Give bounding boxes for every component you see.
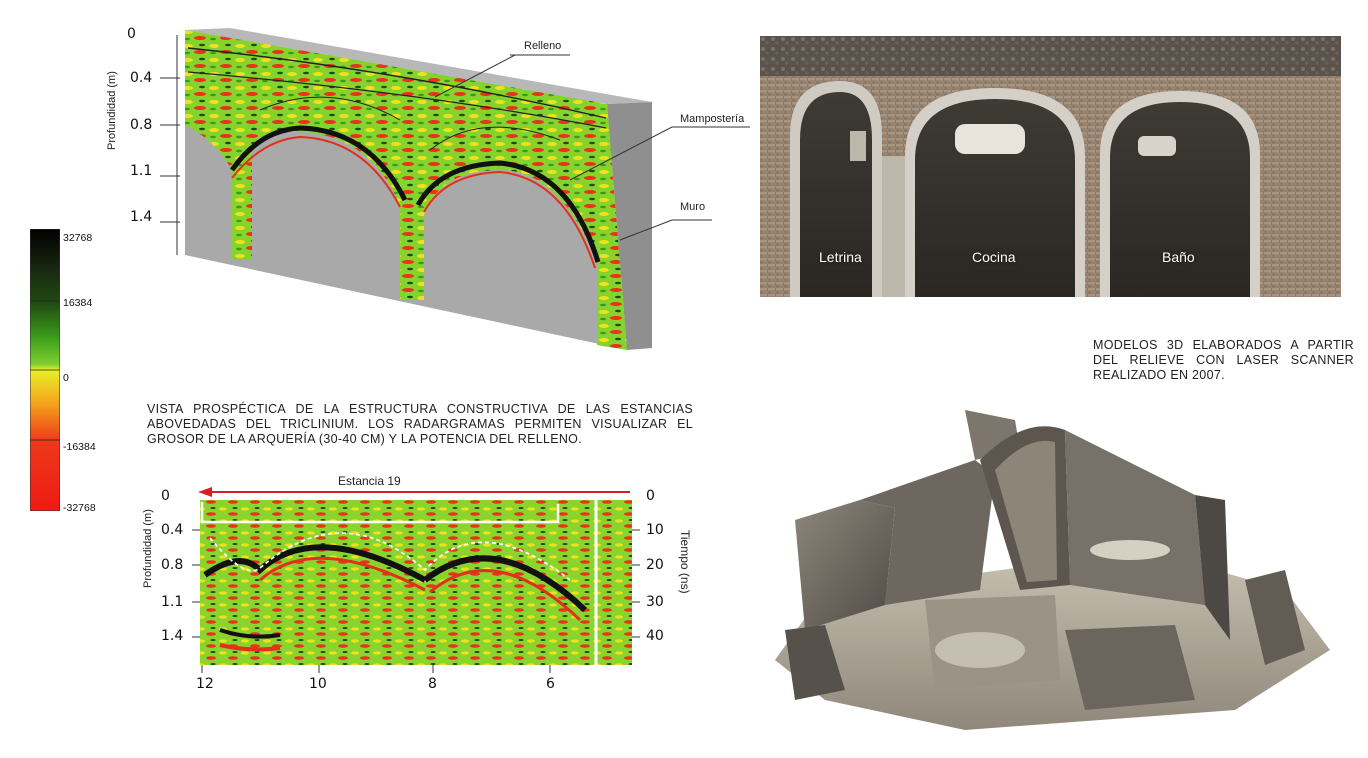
- radargram-figure: [130, 470, 690, 700]
- callout-muro: Muro: [680, 201, 706, 213]
- rad-depth-tick-1-4: 1.4: [161, 628, 184, 644]
- rad-depth-tick-1-1: 1.1: [161, 594, 184, 610]
- callout-mamposteria: Mampostería: [680, 113, 745, 125]
- laser-scan-3d-model: [765, 400, 1345, 750]
- scan-low-wall: [1065, 625, 1195, 710]
- rad-time-tick-30: 30: [646, 594, 664, 610]
- profile-direction-arrowhead: [198, 487, 212, 497]
- laser-scan-drawing: [775, 410, 1330, 730]
- caption-perspective: VISTA PROSPÉCTICA DE LA ESTRUCTURA CONST…: [147, 402, 693, 446]
- caption-3d-models: MODELOS 3D ELABORADOS A PARTIR DEL RELIE…: [1093, 338, 1354, 382]
- rad-x-tick-10: 10: [309, 676, 327, 692]
- rad-depth-tick-0-8: 0.8: [161, 557, 184, 573]
- rad-time-tick-40: 40: [646, 628, 664, 644]
- radargram-room-label: Estancia 19: [338, 474, 401, 488]
- colorbar-label-low: -16384: [63, 441, 96, 453]
- callout-relleno: Relleno: [524, 40, 562, 52]
- rad-x-tick-12: 12: [196, 676, 214, 692]
- persp-depth-tick-1-4: 1.4: [130, 209, 153, 225]
- persp-depth-tick-1-1: 1.1: [130, 163, 153, 179]
- rad-time-axis-title: Tiempo (ns): [678, 530, 692, 594]
- scan-wall-back-right: [1065, 430, 1205, 605]
- rad-depth-tick-0: 0: [161, 488, 170, 504]
- photo-label-cocina: Cocina: [972, 249, 1016, 265]
- persp-depth-tick-0: 0: [127, 26, 136, 42]
- persp-depth-tick-0-4: 0.4: [130, 70, 153, 86]
- rad-time-tick-0: 0: [646, 488, 655, 504]
- rad-time-tick-10: 10: [646, 522, 664, 538]
- rad-time-tick-20: 20: [646, 557, 664, 573]
- rad-depth-axis-title: Profundidad (m): [142, 509, 154, 588]
- perspective-gpr-figure: [0, 0, 760, 360]
- radargram-main-panel: [200, 500, 628, 665]
- rad-depth-tick-0-4: 0.4: [161, 522, 184, 538]
- perspective-gpr-drawing: [160, 28, 750, 350]
- radargram-side-panel: [598, 500, 632, 665]
- photo-label-letrina: Letrina: [819, 249, 862, 265]
- radargram-drawing: [192, 487, 640, 673]
- persp-depth-tick-0-8: 0.8: [130, 117, 153, 133]
- photo-label-bano: Baño: [1162, 249, 1195, 265]
- colorbar-label-zero: 0: [63, 372, 69, 384]
- colorbar-label-min: -32768: [63, 502, 96, 514]
- rad-x-tick-8: 8: [428, 676, 437, 692]
- rad-x-tick-6: 6: [546, 676, 555, 692]
- persp-depth-axis-title: Profundidad (m): [106, 71, 118, 150]
